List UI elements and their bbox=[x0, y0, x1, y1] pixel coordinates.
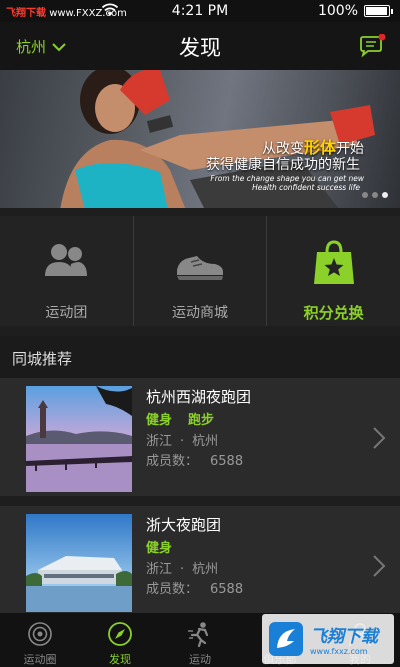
banner-english-2: Health confident success life bbox=[252, 183, 360, 192]
site-watermark: 飞翔下载 www.fxxz.com bbox=[262, 614, 394, 664]
tab-label: 运动 bbox=[189, 653, 211, 666]
club-name: 杭州西湖夜跑团 bbox=[146, 388, 252, 406]
club-province: 浙江 bbox=[146, 434, 173, 449]
promo-banner[interactable]: 从改变形体开始 获得健康自信成功的新生 From the change shap… bbox=[0, 70, 400, 208]
section-title: 同城推荐 bbox=[12, 350, 73, 368]
battery-percent: 100% bbox=[317, 3, 358, 19]
carousel-dot[interactable] bbox=[372, 192, 378, 198]
compass-icon bbox=[108, 622, 132, 646]
club-card[interactable]: 杭州西湖夜跑团 健身 跑步 浙江 · 杭州 成员数： 6588 bbox=[0, 378, 400, 496]
status-bar: 飞翔下载 www.FXXZ.com 4:21 PM 100% bbox=[0, 0, 400, 22]
shoe-icon bbox=[177, 256, 223, 280]
battery-fill bbox=[366, 7, 387, 15]
club-tags: 健身 bbox=[146, 537, 172, 556]
section-header: 同城推荐 bbox=[0, 336, 400, 378]
target-icon bbox=[28, 622, 52, 646]
nav-bar: 杭州 发现 bbox=[0, 22, 400, 70]
tab-sports-circle[interactable]: 运动圈 bbox=[0, 613, 80, 667]
club-tag: 健身 bbox=[146, 541, 173, 556]
watermark-cn: 飞翔下载 bbox=[310, 627, 378, 647]
club-members: 成员数： 6588 bbox=[146, 578, 243, 597]
club-city: 杭州 bbox=[192, 434, 219, 449]
tab-discover[interactable]: 发现 bbox=[80, 613, 160, 667]
runner-icon bbox=[188, 622, 209, 647]
tab-label: 发现 bbox=[109, 653, 131, 666]
club-tag: 健身 bbox=[146, 413, 173, 428]
watermark-text: 飞翔下载 www.fxxz.com bbox=[310, 622, 378, 656]
watermark-en: www.fxxz.com bbox=[310, 647, 368, 656]
location-separator: · bbox=[180, 434, 185, 449]
chevron-right-icon bbox=[373, 427, 386, 449]
group-icon bbox=[45, 244, 88, 276]
club-name: 浙大夜跑团 bbox=[146, 516, 222, 534]
club-card[interactable]: 浙大夜跑团 健身 浙江 · 杭州 成员数： 6588 bbox=[0, 506, 400, 624]
message-icon[interactable] bbox=[358, 34, 386, 58]
menu-item-sports-group[interactable]: 运动团 bbox=[0, 216, 133, 326]
tab-sports[interactable]: 运动 bbox=[160, 613, 240, 667]
banner-subline: 获得健康自信成功的新生 bbox=[206, 157, 360, 173]
members-label: 成员数： bbox=[146, 582, 199, 597]
club-tags: 健身 跑步 bbox=[146, 409, 214, 428]
club-location: 浙江 · 杭州 bbox=[146, 558, 218, 577]
carousel-dots[interactable] bbox=[362, 192, 388, 198]
club-province: 浙江 bbox=[146, 562, 173, 577]
battery-icon bbox=[364, 5, 393, 17]
carousel-dot[interactable] bbox=[362, 192, 368, 198]
chevron-right-icon bbox=[373, 555, 386, 577]
members-count: 6588 bbox=[210, 454, 244, 469]
page-title: 发现 bbox=[179, 36, 221, 60]
club-photo-zju bbox=[26, 514, 132, 620]
menu-item-sports-mall[interactable]: 运动商城 bbox=[132, 216, 267, 326]
club-city: 杭州 bbox=[192, 562, 219, 577]
location-separator: · bbox=[180, 562, 185, 577]
club-tag: 跑步 bbox=[188, 413, 215, 428]
club-photo-west-lake bbox=[26, 386, 132, 492]
menu-label-points-exchange: 积分兑换 bbox=[303, 304, 364, 322]
menu-label-sports-group: 运动团 bbox=[45, 305, 88, 321]
menu-label-sports-mall: 运动商城 bbox=[172, 305, 228, 321]
feature-menu: 运动团 运动商城 积分兑换 bbox=[0, 216, 400, 326]
carousel-dot[interactable] bbox=[382, 192, 388, 198]
members-count: 6588 bbox=[210, 582, 244, 597]
shopping-bag-star-icon bbox=[313, 240, 354, 284]
club-location: 浙江 · 杭州 bbox=[146, 430, 218, 449]
banner-english-1: From the change shape you can get new bbox=[210, 174, 364, 183]
members-label: 成员数： bbox=[146, 454, 199, 469]
menu-item-points-exchange[interactable]: 积分兑换 bbox=[266, 216, 400, 326]
club-members: 成员数： 6588 bbox=[146, 450, 243, 469]
tab-label: 运动圈 bbox=[23, 653, 57, 666]
watermark-logo bbox=[269, 622, 303, 656]
